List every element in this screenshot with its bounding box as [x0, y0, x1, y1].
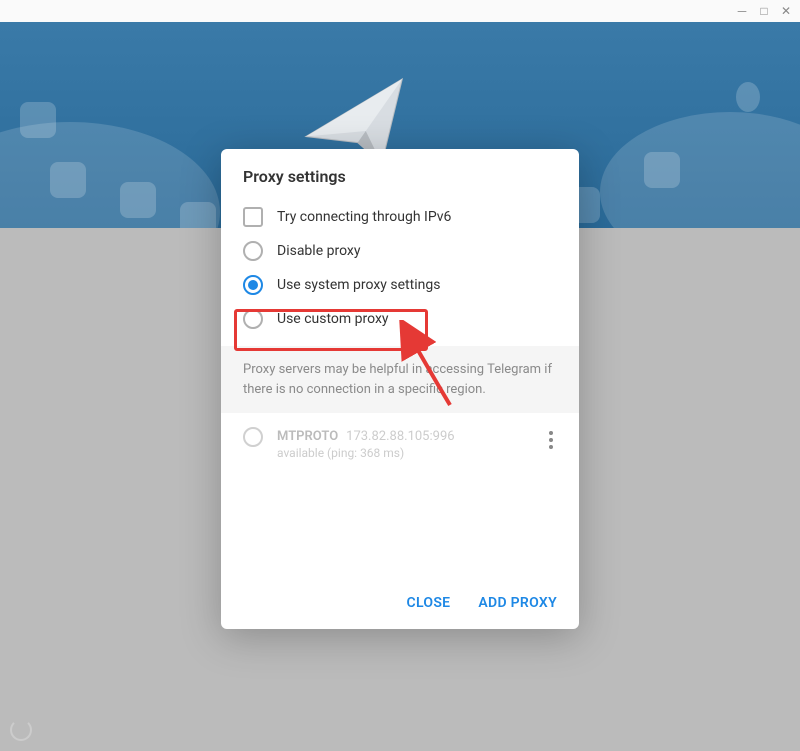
close-button[interactable]: CLOSE — [407, 595, 451, 611]
custom-proxy-label: Use custom proxy — [277, 311, 389, 327]
system-proxy-label: Use system proxy settings — [277, 277, 440, 293]
custom-proxy-option[interactable]: Use custom proxy — [243, 302, 557, 336]
disable-proxy-radio[interactable] — [243, 241, 263, 261]
proxy-address: 173.82.88.105:996 — [346, 429, 454, 444]
music-icon — [50, 162, 86, 198]
camera-icon — [180, 202, 216, 228]
lock-icon — [736, 82, 760, 112]
proxy-item-radio[interactable] — [243, 427, 263, 447]
ipv6-label: Try connecting through IPv6 — [277, 209, 451, 225]
proxy-more-button[interactable] — [545, 425, 557, 455]
ipv6-checkbox[interactable] — [243, 207, 263, 227]
proxy-options: Try connecting through IPv6 Disable prox… — [221, 200, 579, 336]
proxy-protocol: MTPROTO — [277, 429, 338, 444]
add-proxy-button[interactable]: ADD PROXY — [478, 595, 557, 611]
contact-icon — [644, 152, 680, 188]
proxy-list-item[interactable]: MTPROTO 173.82.88.105:996 available (pin… — [221, 413, 579, 472]
window-titlebar: － □ ✕ — [0, 0, 800, 22]
system-proxy-radio[interactable] — [243, 275, 263, 295]
proxy-info-text: Proxy servers may be helpful in accessin… — [221, 346, 579, 413]
people-icon — [20, 102, 56, 138]
maximize-button[interactable]: □ — [758, 5, 770, 17]
minimize-button[interactable]: － — [736, 5, 748, 17]
proxy-item-text: MTPROTO 173.82.88.105:996 available (pin… — [277, 425, 531, 460]
system-proxy-option[interactable]: Use system proxy settings — [243, 268, 557, 302]
custom-proxy-radio[interactable] — [243, 309, 263, 329]
close-window-button[interactable]: ✕ — [780, 5, 792, 17]
dialog-footer: CLOSE ADD PROXY — [221, 581, 579, 629]
proxy-status: available (ping: 368 ms) — [277, 446, 531, 460]
headphones-icon — [120, 182, 156, 218]
disable-proxy-label: Disable proxy — [277, 243, 360, 259]
dialog-title: Proxy settings — [221, 149, 579, 200]
loading-spinner — [10, 719, 32, 741]
ipv6-option[interactable]: Try connecting through IPv6 — [243, 200, 557, 234]
proxy-settings-dialog: Proxy settings Try connecting through IP… — [221, 149, 579, 629]
disable-proxy-option[interactable]: Disable proxy — [243, 234, 557, 268]
